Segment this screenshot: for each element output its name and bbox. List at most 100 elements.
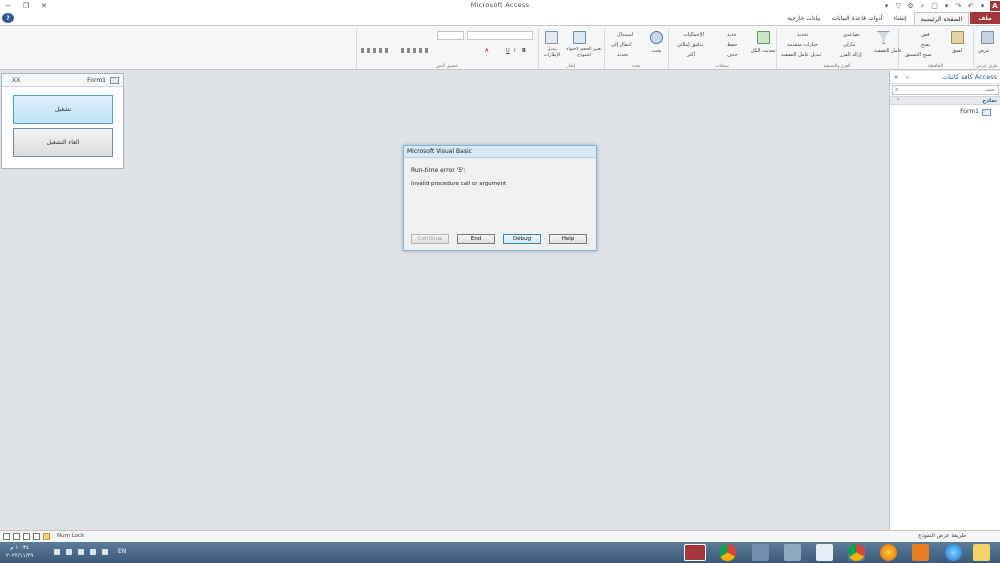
form1-window: XX Form1 تشغيل الغاء التشغيل: [1, 73, 124, 169]
taskbar-explorer-icon[interactable]: [973, 544, 990, 561]
taskbar-notepad-icon[interactable]: [816, 544, 833, 561]
refresh-all-button[interactable]: تحديث الكل: [751, 48, 776, 54]
form-icon: [110, 77, 119, 84]
nav-group-forms[interactable]: ⌃ نماذج: [890, 96, 1000, 105]
continue-button[interactable]: Continue: [411, 234, 449, 244]
taskbar: ١٠:٣٤ م ٢٠٢٢/١١/٢٩ EN: [0, 542, 1000, 563]
cut-button[interactable]: قص: [921, 32, 930, 38]
qat-more-icon[interactable]: ▾: [942, 1, 951, 11]
form-view-icon[interactable]: [3, 533, 10, 540]
active-view-icon[interactable]: [43, 533, 50, 540]
toggle-filter-button[interactable]: تبديل عامل التصفية: [781, 52, 821, 58]
group-collapse-icon[interactable]: ⌃: [896, 98, 900, 104]
clock-time: ١٠:٣٤ م: [10, 545, 30, 551]
taskbar-media-player-icon[interactable]: [912, 544, 929, 561]
nav-item-form1[interactable]: Form1: [890, 107, 1000, 118]
switch-windows-icon[interactable]: [545, 31, 558, 44]
filter-icon[interactable]: ▽: [894, 1, 903, 11]
font-name-select[interactable]: [467, 31, 533, 40]
bold-button[interactable]: B: [522, 48, 526, 54]
save-record-button[interactable]: حفظ: [727, 42, 737, 48]
taskbar-firefox-icon[interactable]: [880, 544, 897, 561]
taskbar-devices-icon[interactable]: [784, 544, 801, 561]
nav-pane-header[interactable]: « ⌄ كافة كائنات Access: [890, 71, 1000, 84]
form-close-button[interactable]: XX: [12, 77, 20, 84]
format-painter-button[interactable]: نسخ التنسيق: [905, 52, 932, 58]
new-record-button[interactable]: جديد: [727, 32, 737, 38]
taskbar-chrome-icon[interactable]: [719, 544, 736, 561]
fit-form-button[interactable]: تغيير الحجم لاحتواء النموذج: [566, 47, 602, 59]
tab-create[interactable]: إنشاء: [888, 12, 912, 24]
sort-descending-button[interactable]: تنازلي: [843, 42, 856, 48]
nav-collapse-icon[interactable]: «: [894, 73, 898, 81]
find-button[interactable]: بحث: [652, 48, 662, 54]
find-binoculars-icon[interactable]: [650, 31, 663, 44]
debug-button[interactable]: Debug: [503, 234, 541, 244]
nav-dropdown-icon[interactable]: ⌄: [905, 73, 910, 80]
cancel-run-button[interactable]: الغاء التشغيل: [13, 128, 113, 157]
remove-sort-button[interactable]: إزالة الفرز: [840, 52, 862, 58]
taskbar-clock[interactable]: ١٠:٣٤ م ٢٠٢٢/١١/٢٩: [6, 544, 33, 560]
tray-network-icon[interactable]: [66, 549, 72, 555]
tab-external-data[interactable]: بيانات خارجية: [782, 12, 826, 24]
totals-button[interactable]: الإجماليات: [683, 32, 704, 38]
spelling-button[interactable]: تدقيق إملائي: [677, 42, 703, 48]
form-icon: [982, 109, 991, 116]
underline-button[interactable]: U: [506, 48, 510, 54]
settings-icon[interactable]: ⚙: [906, 1, 915, 11]
tray-volume-icon[interactable]: [90, 549, 96, 555]
font-color-button[interactable]: A: [485, 48, 488, 54]
nav-search-input[interactable]: ⌕ ...بحث: [892, 85, 999, 95]
redo-icon[interactable]: ↷: [954, 1, 963, 11]
gridline-buttons[interactable]: [361, 48, 391, 53]
form-icon[interactable]: ▢: [930, 1, 939, 11]
tab-database-tools[interactable]: أدوات قاعدة البيانات: [828, 12, 886, 24]
font-size-select[interactable]: [437, 31, 464, 40]
taskbar-access-icon[interactable]: [684, 544, 706, 561]
view-icon[interactable]: [981, 31, 994, 44]
help-icon[interactable]: ?: [2, 13, 14, 23]
layout-view-icon[interactable]: [13, 533, 20, 540]
fit-form-icon[interactable]: [573, 31, 586, 44]
paste-button[interactable]: لصق: [952, 48, 962, 54]
go-to-button[interactable]: انتقال إلى: [611, 42, 632, 48]
switch-windows-button[interactable]: تبديل الإطارات: [540, 47, 564, 59]
group-window: تغيير الحجم لاحتواء النموذج تبديل الإطار…: [538, 28, 603, 69]
undo-icon[interactable]: ↶: [966, 1, 975, 11]
datasheet-view-icon[interactable]: [33, 533, 40, 540]
filter-funnel-icon[interactable]: [877, 31, 890, 44]
taskbar-paint-icon[interactable]: [752, 544, 769, 561]
delete-record-button[interactable]: حذف: [727, 52, 738, 58]
selection-button[interactable]: تحديد: [797, 32, 808, 38]
taskbar-chrome-2-icon[interactable]: [848, 544, 865, 561]
run-button[interactable]: تشغيل: [13, 95, 113, 124]
tray-show-hidden-icon[interactable]: [102, 549, 108, 555]
select-button[interactable]: تحديد: [617, 52, 628, 58]
refresh-all-icon[interactable]: [757, 31, 770, 44]
copy-button[interactable]: نسخ: [921, 42, 930, 48]
tray-flag-icon[interactable]: [54, 549, 60, 555]
replace-button[interactable]: استبدال: [617, 32, 633, 38]
italic-button[interactable]: I: [514, 48, 515, 54]
end-button[interactable]: End: [457, 234, 495, 244]
tab-home[interactable]: الصفحة الرئيسية: [914, 12, 969, 25]
tray-battery-icon[interactable]: [78, 549, 84, 555]
search-icon[interactable]: ⌕: [918, 1, 927, 11]
dialog-titlebar[interactable]: Microsoft Visual Basic: [404, 146, 596, 158]
qat-dropdown-icon[interactable]: ▾: [978, 1, 987, 11]
language-indicator[interactable]: EN: [118, 548, 126, 555]
filter-button[interactable]: عامل التصفية: [874, 48, 902, 54]
paste-icon[interactable]: [951, 31, 964, 44]
help-button[interactable]: Help: [549, 234, 587, 244]
taskbar-ie-icon[interactable]: [945, 544, 962, 561]
ribbon-tabs: ملف الصفحة الرئيسية إنشاء أدوات قاعدة ال…: [0, 12, 1000, 25]
align-buttons[interactable]: [401, 48, 431, 53]
qat-customize-icon[interactable]: ▾: [882, 1, 891, 11]
more-button[interactable]: أكثر: [687, 52, 695, 58]
advanced-filter-button[interactable]: خيارات متقدمة: [787, 42, 818, 48]
form1-title: Form1: [87, 77, 106, 84]
sort-ascending-button[interactable]: تصاعدي: [843, 32, 860, 38]
tab-file[interactable]: ملف: [970, 12, 1000, 24]
design-view-icon[interactable]: [23, 533, 30, 540]
view-button[interactable]: عرض: [978, 48, 990, 54]
